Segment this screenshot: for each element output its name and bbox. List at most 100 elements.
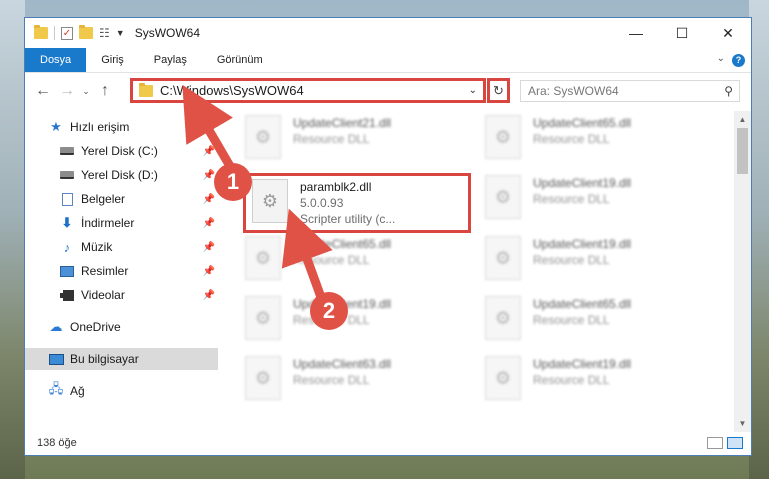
file-type: Resource DLL [533,373,610,387]
list-item[interactable]: ⚙ UpdateClient19.dll Resource DLL [485,173,715,225]
dll-gear-icon: ⚙ [245,115,281,159]
customize-toolbar-chevron-icon[interactable]: ▼ [116,28,125,38]
back-arrow-icon[interactable]: ← [31,82,55,100]
sidebar-item-documents[interactable]: Belgeler 📌 [25,188,218,210]
list-item[interactable]: ⚙ UpdateClient19.dll Resource DLL [485,354,715,406]
search-input[interactable]: Ara: SysWOW64 ⚲ [520,80,740,102]
close-button[interactable]: ✕ [705,18,751,48]
sidebar-item-label: Yerel Disk (D:) [81,168,158,182]
sidebar-item-label: Müzik [81,240,113,254]
dll-gear-icon: ⚙ [252,179,288,223]
list-item[interactable]: ⚙ UpdateClient19.dll Resource DLL [485,234,715,286]
computer-icon [48,352,64,366]
tab-dosya[interactable]: Dosya [25,48,87,72]
pin-icon[interactable]: 📌 [203,218,215,229]
file-name: UpdateClient65.dll [533,116,632,130]
quick-access-toolbar: ✓ ☷ ▼ [25,25,125,40]
help-icon[interactable]: ? [732,54,745,67]
document-icon [59,192,75,206]
pin-icon[interactable]: 📌 [203,290,215,301]
pin-icon[interactable]: 📌 [203,146,215,157]
file-type: Resource DLL [533,132,610,146]
forward-arrow-icon[interactable]: → [55,82,79,100]
large-icons-view-icon[interactable] [727,437,743,449]
vertical-scrollbar[interactable]: ▲ ▼ [734,111,751,432]
step-2-badge: 2 [310,292,348,330]
properties-icon[interactable]: ☷ [99,26,110,40]
dll-gear-icon: ⚙ [485,296,521,340]
scrollbar-thumb[interactable] [737,128,748,174]
minimize-button[interactable]: — [613,18,659,48]
ribbon-tabs: Dosya Giriş Paylaş Görünüm ⌄ ? [25,48,751,73]
list-item[interactable]: ⚙ UpdateClient19.dll Resource DLL [245,294,475,346]
up-arrow-icon[interactable]: ↑ [93,82,117,100]
sidebar-item-music[interactable]: ♪ Müzik 📌 [25,236,218,258]
sidebar-item-label: Resimler [81,264,129,278]
sidebar-item-label: Ağ [70,384,85,398]
star-icon: ★ [50,119,62,134]
scroll-down-arrow-icon[interactable]: ▼ [734,415,751,432]
list-item[interactable]: ⚙ UpdateClient65.dll Resource DLL [485,113,715,165]
pin-icon[interactable]: 📌 [203,242,215,253]
details-view-icon[interactable] [707,437,723,449]
tab-gorunum[interactable]: Görünüm [202,48,278,72]
content-area: ★ Hızlı erişim Yerel Disk (C:) 📌 Yerel D… [25,111,751,432]
dll-gear-icon: ⚙ [245,296,281,340]
list-item[interactable]: ⚙ UpdateClient65.dll Resource DLL [245,234,475,286]
folder-icon [34,25,48,39]
new-folder-icon[interactable] [79,25,93,39]
file-name: UpdateClient65.dll [533,297,632,311]
file-type: Resource DLL [533,313,610,327]
address-bar[interactable]: C:\Windows\SysWOW64 ⌄ [130,78,486,103]
tab-giris[interactable]: Giriş [86,48,139,72]
sidebar-item-network[interactable]: 🖧 Ağ [25,380,218,402]
address-path[interactable]: C:\Windows\SysWOW64 [160,83,304,98]
desktop-background-left [0,0,25,479]
scroll-up-arrow-icon[interactable]: ▲ [734,111,751,128]
list-item-paramblk2[interactable]: ⚙ paramblk2.dll 5.0.0.93 Scripter utilit… [252,177,482,229]
hard-disk-icon [59,168,75,182]
sidebar-item-local-disk-d[interactable]: Yerel Disk (D:) 📌 [25,164,218,186]
list-item[interactable]: ⚙ UpdateClient63.dll Resource DLL [245,354,475,406]
list-item[interactable]: ⚙ UpdateClient65.dll Resource DLL [485,294,715,346]
file-name: UpdateClient19.dll [533,357,632,371]
sidebar-item-label: Videolar [81,288,125,302]
status-bar: 138 öğe [25,431,751,455]
recent-locations-chevron-icon[interactable]: ⌄ [79,86,93,97]
sidebar-item-downloads[interactable]: ⬇ İndirmeler 📌 [25,212,218,234]
navigation-pane: ★ Hızlı erişim Yerel Disk (C:) 📌 Yerel D… [25,111,218,432]
maximize-button[interactable]: ☐ [659,18,705,48]
cloud-icon: ☁ [49,319,63,334]
expand-ribbon-chevron-icon[interactable]: ⌄ [717,53,725,64]
pin-icon[interactable]: 📌 [203,266,215,277]
explorer-window: ✓ ☷ ▼ SysWOW64 — ☐ ✕ Dosya Giriş Paylaş … [24,17,752,456]
film-icon [59,288,75,302]
sidebar-item-quick-access[interactable]: ★ Hızlı erişim [25,116,218,138]
file-type: Resource DLL [293,132,370,146]
sidebar-item-label: Belgeler [81,192,126,206]
file-name: paramblk2.dll [300,180,372,194]
refresh-icon[interactable]: ↻ [487,78,510,103]
title-bar: ✓ ☷ ▼ SysWOW64 — ☐ ✕ [25,18,751,48]
properties-check-icon[interactable]: ✓ [61,26,73,40]
address-folder-icon [139,82,153,97]
file-name: UpdateClient21.dll [293,116,392,130]
file-type: Resource DLL [533,253,610,267]
network-icon: 🖧 [48,381,64,396]
sidebar-item-videos[interactable]: Videolar 📌 [25,284,218,306]
list-item[interactable]: ⚙ UpdateClient21.dll Resource DLL [245,113,475,165]
tab-paylas[interactable]: Paylaş [139,48,202,72]
file-description: Scripter utility (c... [300,212,396,226]
search-icon[interactable]: ⚲ [724,84,733,98]
sidebar-item-local-disk-c[interactable]: Yerel Disk (C:) 📌 [25,140,218,162]
file-type: Resource DLL [293,253,370,267]
sidebar-item-onedrive[interactable]: ☁ OneDrive [25,316,218,338]
file-list: ⚙ UpdateClient21.dll Resource DLL ⚙ Upda… [220,111,740,432]
step-1-badge: 1 [214,163,252,201]
dll-gear-icon: ⚙ [245,356,281,400]
sidebar-item-this-pc[interactable]: Bu bilgisayar [25,348,218,370]
address-dropdown-chevron-icon[interactable]: ⌄ [469,85,477,96]
file-version: 5.0.0.93 [300,196,344,210]
sidebar-item-pictures[interactable]: Resimler 📌 [25,260,218,282]
pin-icon[interactable]: 📌 [203,194,215,205]
